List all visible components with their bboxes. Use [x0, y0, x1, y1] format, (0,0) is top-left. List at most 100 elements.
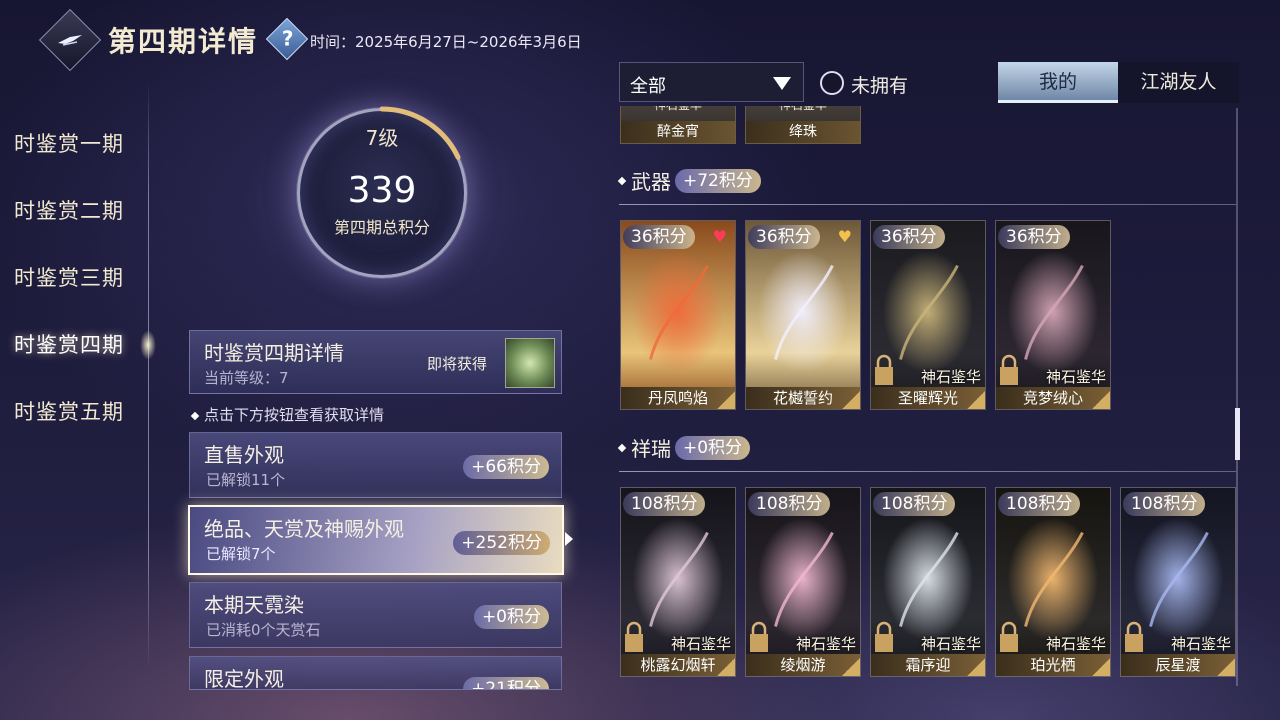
category-points-badge: +21积分 — [463, 677, 549, 689]
detail-title: 时鉴赏四期详情 — [204, 341, 344, 365]
upcoming-label: 即将获得 — [427, 355, 488, 373]
item-points-tag: 36积分 — [998, 225, 1070, 249]
category-dye[interactable]: 本期天霓染 已消耗0个天赏石 +0积分 — [189, 582, 562, 648]
bullet-icon — [190, 411, 200, 420]
item-card[interactable]: 108积分 神石鉴华 霜序迎 — [870, 487, 986, 677]
category-subtitle: 已解锁11个 — [206, 471, 286, 489]
reward-item-icon[interactable] — [505, 338, 555, 388]
sword-logo-icon — [58, 35, 82, 46]
item-card[interactable]: 108积分 神石鉴华 绫烟游 — [745, 487, 861, 677]
period-nav: 时鉴赏一期 时鉴赏二期 时鉴赏三期 时鉴赏四期 时鉴赏五期 — [14, 128, 124, 463]
tab-friends[interactable]: 江湖友人 — [1118, 62, 1239, 103]
category-title: 本期天霓染 — [204, 593, 304, 617]
corner-ornament-icon — [1217, 658, 1235, 676]
partial-item-card[interactable]: 神石鉴华 醉金宵 — [620, 106, 736, 144]
category-subtitle: 已消耗0个天赏石 — [206, 621, 321, 639]
filter-dropdown[interactable]: 全部 — [619, 62, 804, 102]
section-divider — [619, 471, 1236, 472]
period-detail-panel[interactable]: 时鉴赏四期详情 当前等级：7 即将获得 — [189, 330, 562, 394]
category-subtitle: 已解锁7个 — [206, 545, 276, 563]
corner-ornament-icon — [1092, 658, 1110, 676]
radio-circle-icon — [820, 71, 844, 95]
item-card[interactable]: 36积分 神石鉴华 圣曜辉光 — [870, 220, 986, 410]
item-points-tag: 108积分 — [1123, 492, 1206, 516]
lock-icon — [1125, 621, 1143, 652]
item-card[interactable]: 108积分 神石鉴华 珀光栖 — [995, 487, 1111, 677]
page-title: 第四期详情 — [108, 25, 259, 58]
item-source-tag: 神石鉴华 — [1045, 635, 1106, 653]
section-title: 武器 — [631, 170, 671, 194]
category-direct-sale[interactable]: 直售外观 已解锁11个 +66积分 — [189, 432, 562, 498]
item-card[interactable]: 36积分 ♥ 丹凤鸣焰 — [620, 220, 736, 410]
item-source-tag: 神石鉴华 — [920, 635, 981, 653]
nav-divider — [148, 80, 149, 670]
back-logo-button[interactable] — [38, 8, 102, 72]
filter-selected-value: 全部 — [630, 76, 666, 97]
item-source-tag: 神石鉴华 — [1170, 635, 1231, 653]
nav-item-period-1[interactable]: 时鉴赏一期 — [14, 128, 124, 195]
section-title: 祥瑞 — [631, 437, 671, 461]
nav-item-period-4[interactable]: 时鉴赏四期 — [14, 329, 124, 396]
category-limited[interactable]: 限定外观 +21积分 — [189, 656, 562, 690]
corner-ornament-icon — [967, 391, 985, 409]
lock-icon — [1000, 621, 1018, 652]
partial-item-card[interactable]: 神石鉴华 绛珠 — [745, 106, 861, 144]
corner-ornament-icon — [842, 658, 860, 676]
scrollbar-thumb[interactable] — [1235, 408, 1240, 460]
corner-ornament-icon — [717, 658, 735, 676]
item-card[interactable]: 108积分 神石鉴华 桃露幻烟轩 — [620, 487, 736, 677]
lock-icon — [875, 621, 893, 652]
corner-ornament-icon — [842, 391, 860, 409]
item-name: 绛珠 — [746, 121, 860, 143]
lock-icon — [1000, 354, 1018, 385]
collection-content: 神石鉴华 醉金宵 神石鉴华 绛珠 武器+72积分 36积分♥丹凤鸣焰36积分♥花… — [615, 106, 1240, 690]
item-card[interactable]: 36积分 神石鉴华 竞梦绒心 — [995, 220, 1111, 410]
item-source-tag: 神石鉴华 — [746, 106, 860, 115]
active-category-arrow-icon — [565, 532, 573, 546]
content-scrollbar[interactable] — [1236, 108, 1238, 686]
category-points-badge: +0积分 — [473, 605, 549, 629]
category-points-badge: +252积分 — [453, 531, 550, 555]
level-label: 7级 — [365, 126, 399, 150]
corner-ornament-icon — [1092, 391, 1110, 409]
not-owned-label: 未拥有 — [851, 75, 909, 97]
item-points-tag: 36积分 — [748, 225, 820, 249]
current-level: 当前等级：7 — [204, 369, 289, 387]
item-card[interactable]: 36积分 ♥ 花樾誓约 — [745, 220, 861, 410]
favorite-heart-icon[interactable]: ♥ — [713, 229, 727, 245]
corner-ornament-icon — [717, 391, 735, 409]
section-divider — [619, 204, 1236, 205]
favorite-heart-icon[interactable]: ♥ — [838, 229, 852, 245]
item-points-tag: 108积分 — [998, 492, 1081, 516]
lock-icon — [875, 354, 893, 385]
item-points-tag: 108积分 — [623, 492, 706, 516]
lock-icon — [625, 621, 643, 652]
category-title: 限定外观 — [204, 667, 284, 690]
section-points-badge: +72积分 — [675, 168, 761, 193]
nav-item-period-3[interactable]: 时鉴赏三期 — [14, 262, 124, 329]
category-premium-outfits[interactable]: 绝品、天赏及神赐外观 已解锁7个 +252积分 — [188, 505, 564, 575]
corner-ornament-icon — [967, 658, 985, 676]
diamond-bullet-icon — [617, 176, 627, 185]
item-points-tag: 36积分 — [623, 225, 695, 249]
item-name: 醉金宵 — [621, 121, 735, 143]
active-nav-indicator — [140, 330, 156, 360]
item-points-tag: 36积分 — [873, 225, 945, 249]
hint-label: 点击下方按钮查看获取详情 — [204, 406, 385, 424]
help-button[interactable]: ? — [265, 17, 309, 61]
category-title: 绝品、天赏及神赐外观 — [204, 517, 404, 541]
item-artwork — [746, 221, 860, 409]
item-card[interactable]: 108积分 神石鉴华 辰星渡 — [1120, 487, 1236, 677]
nav-item-period-2[interactable]: 时鉴赏二期 — [14, 195, 124, 262]
item-source-tag: 神石鉴华 — [621, 106, 735, 115]
total-score-label: 第四期总积分 — [333, 218, 430, 237]
question-mark-icon: ? — [281, 26, 294, 51]
nav-item-period-5[interactable]: 时鉴赏五期 — [14, 396, 124, 463]
item-artwork — [621, 221, 735, 409]
category-points-badge: +66积分 — [463, 455, 549, 479]
item-points-tag: 108积分 — [748, 492, 831, 516]
dropdown-arrow-icon — [773, 77, 791, 90]
tab-mine[interactable]: 我的 — [998, 62, 1118, 103]
hint-text: 点击下方按钮查看获取详情 — [190, 404, 385, 425]
item-source-tag: 神石鉴华 — [1045, 368, 1106, 386]
